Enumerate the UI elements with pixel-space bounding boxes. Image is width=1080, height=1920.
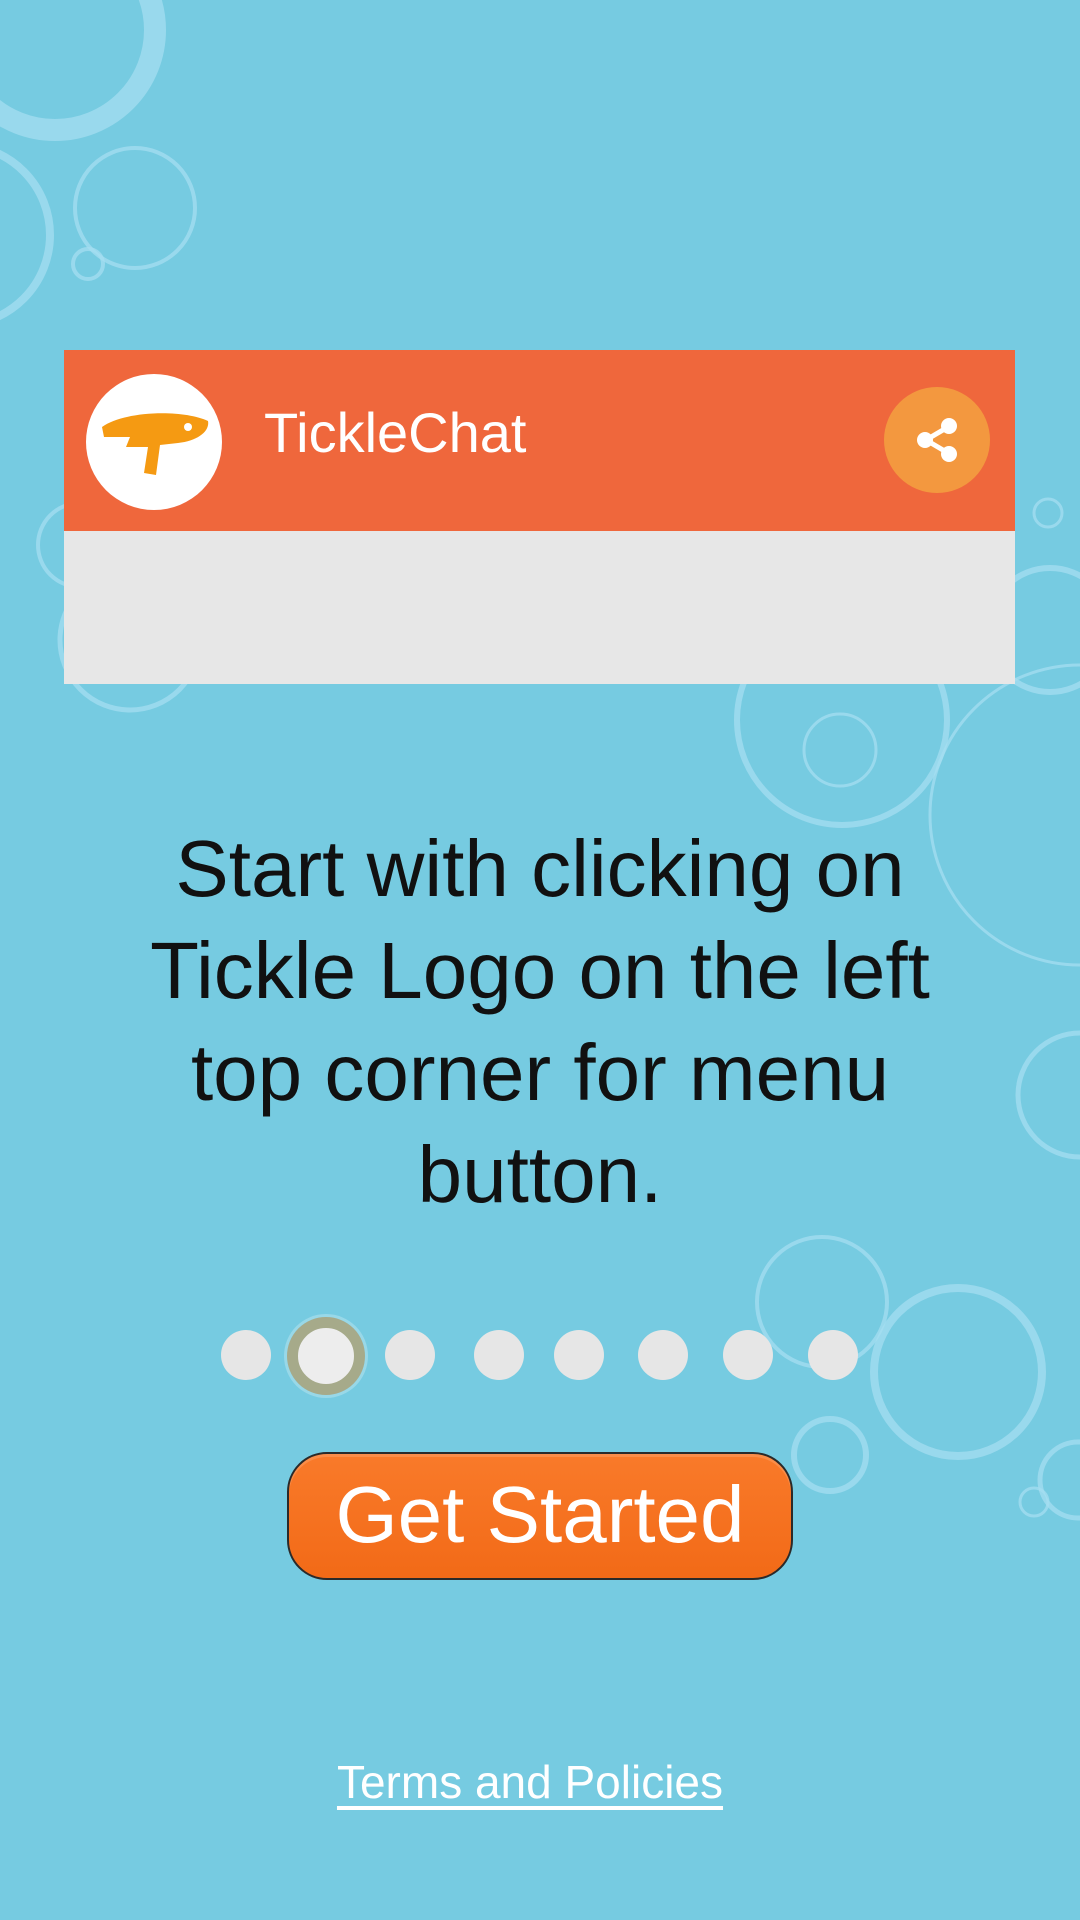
page-dot[interactable] — [221, 1330, 271, 1380]
app-preview-card: TickleChat — [64, 350, 1015, 684]
page-dot[interactable] — [554, 1330, 604, 1380]
get-started-button[interactable]: Get Started — [287, 1452, 793, 1580]
tickle-logo-button — [86, 374, 222, 510]
share-icon — [917, 418, 957, 462]
app-title: TickleChat — [264, 401, 527, 464]
page-dot-active[interactable] — [287, 1317, 365, 1395]
page-indicator — [0, 1305, 1080, 1405]
terms-and-policies-link[interactable]: Terms and Policies — [0, 1755, 1060, 1809]
page-dot[interactable] — [385, 1330, 435, 1380]
page-dot[interactable] — [638, 1330, 688, 1380]
share-button — [884, 387, 990, 493]
tickle-logo-icon — [102, 413, 209, 475]
preview-app-bar: TickleChat — [64, 350, 1015, 531]
instruction-text: Start with clicking on Tickle Logo on th… — [150, 824, 930, 1219]
page-dot[interactable] — [808, 1330, 858, 1380]
page-dot[interactable] — [723, 1330, 773, 1380]
page-dot[interactable] — [474, 1330, 524, 1380]
